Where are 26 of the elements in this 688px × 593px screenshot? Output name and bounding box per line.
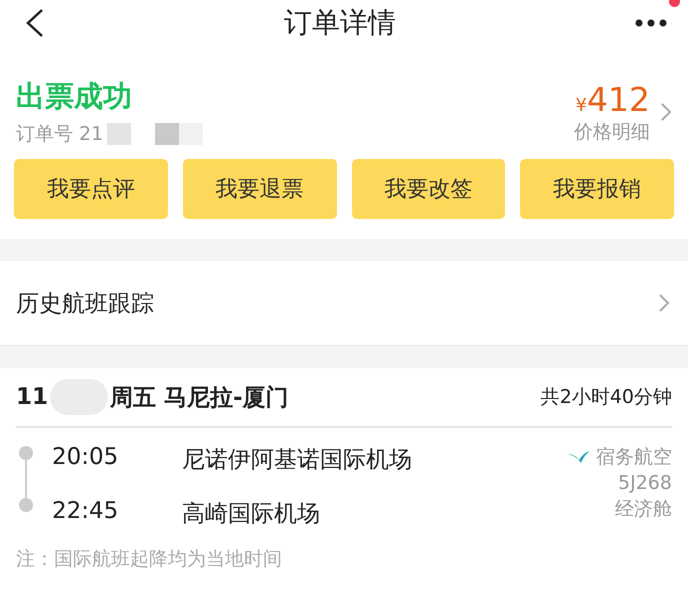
- more-button[interactable]: [634, 18, 668, 28]
- flight-number: 5J268: [618, 472, 672, 494]
- action-button[interactable]: 我要退票: [182, 159, 336, 219]
- order-number: 订单号 21: [16, 122, 104, 147]
- flight-duration: 共2小时40分钟: [540, 385, 672, 410]
- flight-route: 周五 马尼拉-厦门: [110, 384, 289, 412]
- action-button[interactable]: 我要点评: [14, 159, 168, 219]
- action-button[interactable]: 我要改签: [352, 159, 506, 219]
- cabin-class: 经济舱: [615, 497, 672, 522]
- flight-time: 20:05: [52, 444, 120, 472]
- airline-name: 宿务航空: [596, 445, 672, 470]
- flight-time: 22:45: [52, 498, 120, 526]
- currency-sign: ¥: [576, 94, 587, 116]
- chevron-right-icon: [658, 293, 670, 313]
- airport-name: 尼诺伊阿基诺国际机场: [182, 446, 413, 475]
- page-title: 订单详情: [283, 4, 397, 40]
- bird-logo-icon: [566, 450, 590, 464]
- history-flight-link[interactable]: 历史航班跟踪: [16, 288, 154, 318]
- ticket-status: 出票成功: [16, 78, 133, 115]
- time-note: 注：国际航班起降均为当地时间: [16, 547, 283, 572]
- chevron-right-icon: [660, 102, 672, 122]
- flight-date: 11: [16, 384, 48, 410]
- action-button[interactable]: 我要报销: [520, 159, 674, 219]
- airport-name: 高崎国际机场: [182, 500, 321, 529]
- timeline-drawing: [18, 444, 34, 514]
- price: 412: [587, 80, 650, 118]
